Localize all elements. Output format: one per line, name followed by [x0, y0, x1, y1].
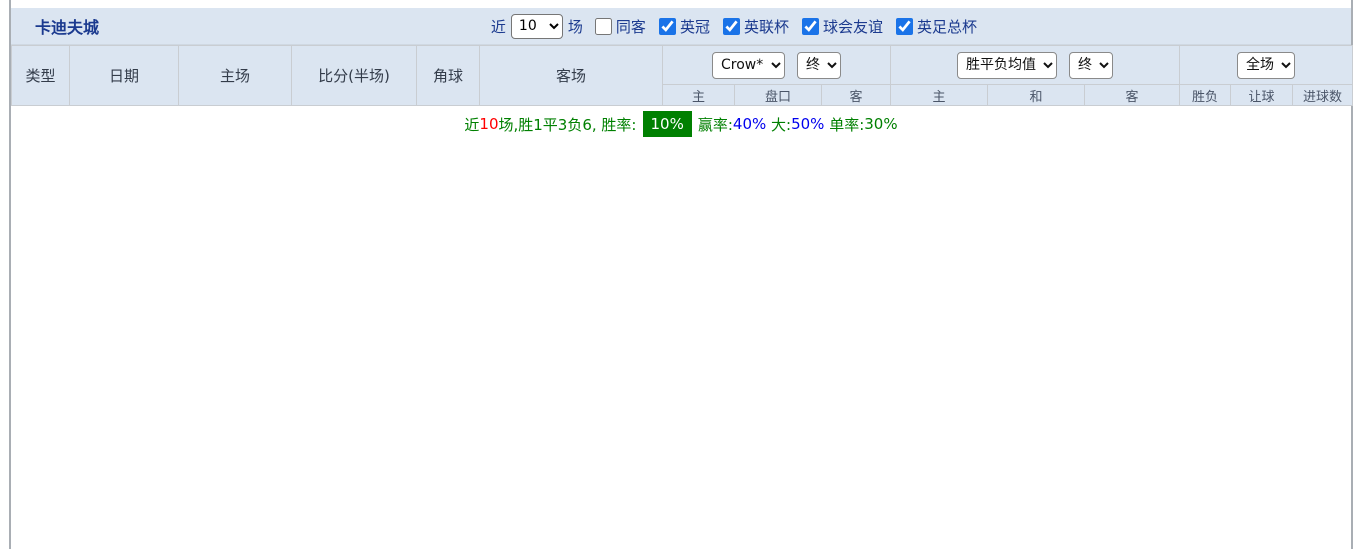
- panel-frame: 卡迪夫城 近 10 场 同客 英冠 英联杯 球会友谊 英足总杯 类型 日期 主场…: [9, 0, 1354, 549]
- col-header-date: 日期: [69, 45, 179, 106]
- avg-odds-select[interactable]: 胜平负均值: [957, 51, 1058, 79]
- club-friendly-checkbox[interactable]: [801, 17, 819, 35]
- col-header-score: 比分(半场): [291, 45, 417, 106]
- same-away-checkbox[interactable]: [594, 17, 612, 35]
- col-header-type: 类型: [11, 45, 70, 106]
- club-friendly-checkbox-label: 球会友谊: [822, 17, 883, 36]
- sub-header-goals: 进球数: [1292, 84, 1354, 106]
- sub-header-handicap: 盘口: [734, 84, 822, 106]
- summary-segment: 40%: [732, 115, 767, 133]
- summary-segment: 赢率:: [697, 115, 733, 134]
- recent-count-select[interactable]: 10: [510, 13, 563, 39]
- odds-company-select[interactable]: Crow*: [712, 51, 785, 79]
- summary-segment: 单率:: [824, 115, 865, 134]
- avg-state-select[interactable]: 终: [1069, 51, 1114, 79]
- col-header-corner: 角球: [416, 45, 480, 106]
- summary-segment: 50%: [791, 115, 825, 133]
- fulltime-select-cell: 全场: [1179, 45, 1354, 85]
- eng-league-cup-checkbox[interactable]: [722, 17, 740, 35]
- sub-header-avg-away: 客: [1084, 84, 1181, 106]
- summary-segment: 近: [464, 115, 480, 134]
- avg-select-cell: 胜平负均值 终: [890, 45, 1181, 85]
- summary-segment: 10: [479, 115, 499, 133]
- eng-championship-checkbox-label: 英冠: [679, 17, 710, 36]
- top-spacer: [11, 0, 1351, 8]
- recent-label: 近: [490, 17, 506, 36]
- page-title: 卡迪夫城: [35, 18, 100, 37]
- sub-header-odds-away: 客: [820, 84, 892, 106]
- col-header-home: 主场: [178, 45, 292, 106]
- sub-header-avg-home: 主: [890, 84, 989, 106]
- filter-checkbox-group: 同客 英冠 英联杯 球会友谊 英足总杯: [588, 16, 979, 37]
- title-bar: 卡迪夫城 近 10 场 同客 英冠 英联杯 球会友谊 英足总杯: [11, 8, 1351, 45]
- summary-segment: 30%: [864, 115, 898, 133]
- fa-cup-checkbox-label: 英足总杯: [916, 17, 977, 36]
- match-table: 类型 日期 主场 比分(半场) 角球 客场 Crow* 终 胜平负均值 终 全场…: [11, 45, 1354, 106]
- odds-state-select[interactable]: 终: [797, 51, 841, 79]
- fa-cup-checkbox[interactable]: [895, 17, 913, 35]
- sub-header-result: 胜负: [1179, 84, 1232, 106]
- match-history-panel: 卡迪夫城 近 10 场 同客 英冠 英联杯 球会友谊 英足总杯 类型 日期 主场…: [0, 0, 1357, 549]
- win-rate-badge: 10%: [642, 111, 692, 137]
- summary-footer: 近 10 场,胜1平3负6, 胜率: 10% 赢率: 40% 大: 50% 单率: 30%: [11, 106, 1351, 142]
- fulltime-select[interactable]: 全场: [1237, 51, 1296, 79]
- same-away-checkbox-label: 同客: [615, 17, 646, 36]
- sub-header-odds-home: 主: [662, 84, 735, 106]
- col-header-away: 客场: [479, 45, 663, 106]
- sub-header-avg-draw: 和: [987, 84, 1086, 106]
- odds-select-cell: Crow* 终: [661, 45, 892, 85]
- filter-controls: 近 10 场 同客 英冠 英联杯 球会友谊 英足总杯: [490, 13, 1351, 39]
- eng-championship-checkbox[interactable]: [658, 17, 676, 35]
- games-label: 场: [567, 17, 583, 36]
- summary-segment: 大:: [766, 115, 792, 134]
- sub-header-handicap-result: 让球: [1230, 84, 1294, 106]
- eng-league-cup-checkbox-label: 英联杯: [743, 17, 789, 36]
- summary-segment: 场,胜1平3负6, 胜率:: [498, 115, 637, 134]
